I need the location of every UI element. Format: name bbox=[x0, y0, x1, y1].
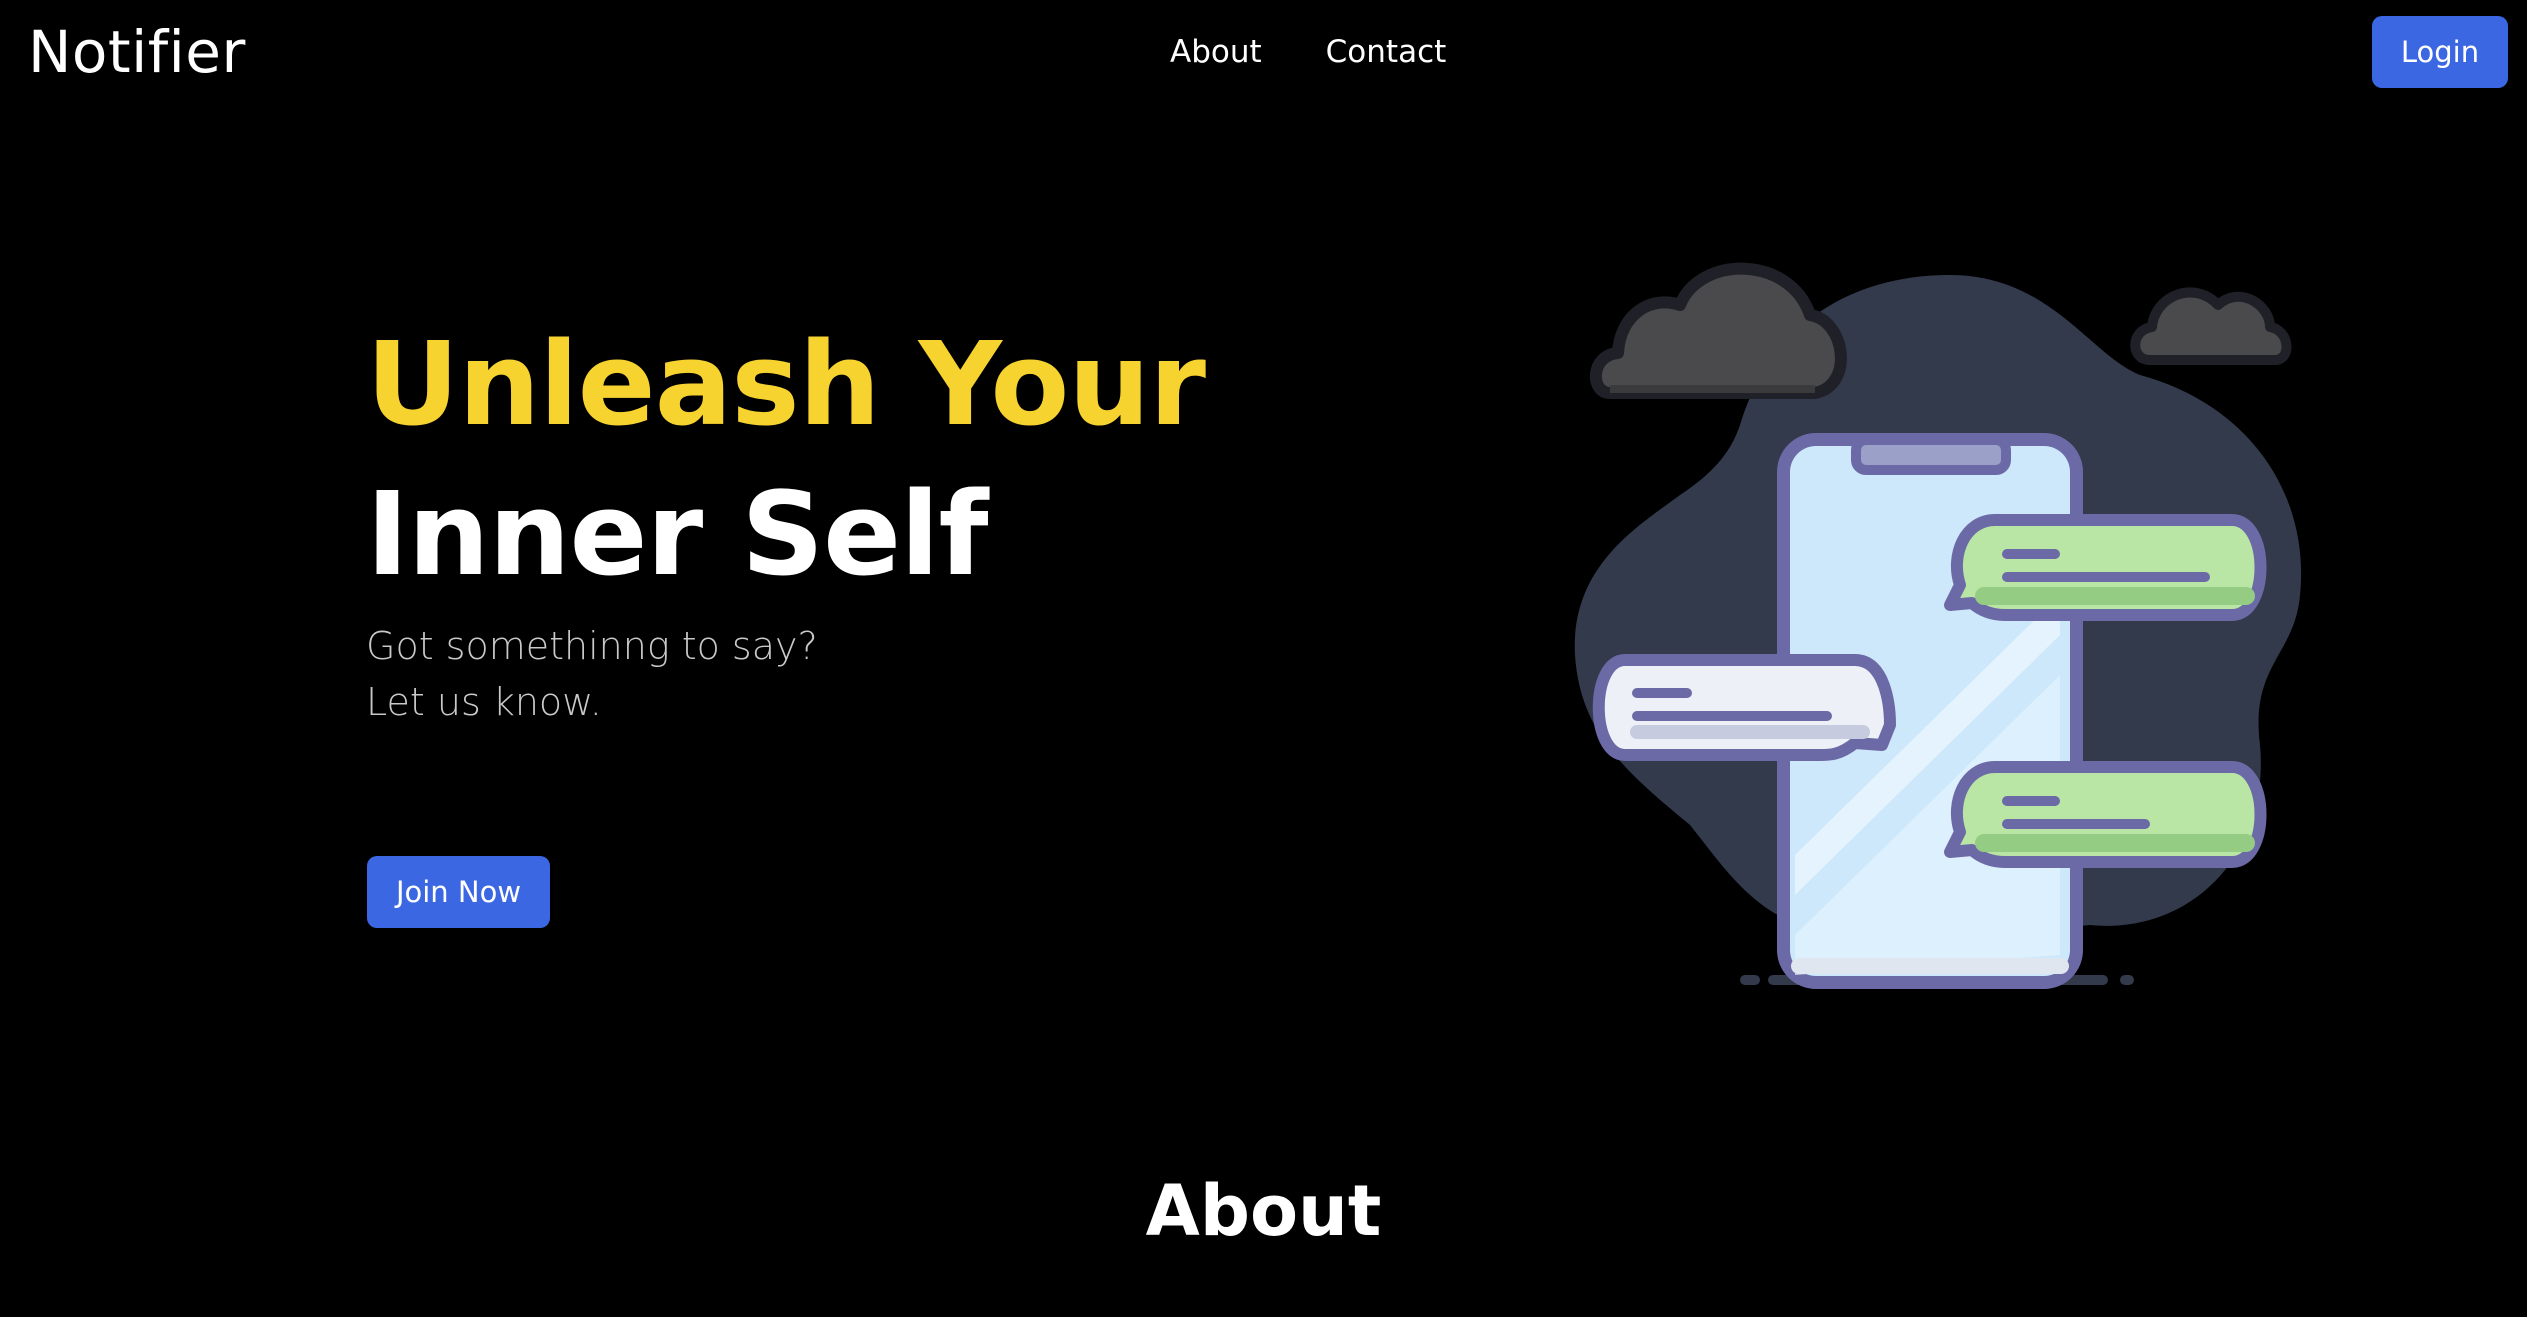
login-button[interactable]: Login bbox=[2372, 16, 2508, 88]
nav-link-about[interactable]: About bbox=[1170, 34, 1262, 70]
hero-title: Unleash Your Inner Self bbox=[366, 310, 1206, 610]
cloud-left-icon bbox=[1590, 262, 1847, 399]
phone-chat-illustration bbox=[1574, 262, 2302, 989]
chat-bubble-white-icon bbox=[1592, 654, 1896, 761]
hero-subtitle: Got somethinng to say? Let us know. bbox=[366, 618, 818, 730]
join-now-button[interactable]: Join Now bbox=[367, 856, 550, 928]
cloud-right-icon bbox=[2130, 287, 2292, 365]
brand-logo[interactable]: Notifier bbox=[28, 18, 246, 86]
hero-title-line-1: Unleash Your bbox=[366, 318, 1206, 452]
chat-bubble-green-bottom-icon bbox=[1944, 761, 2267, 868]
chat-bubble-green-top-icon bbox=[1944, 514, 2267, 621]
nav-links: About Contact bbox=[1170, 34, 1446, 70]
nav-link-contact[interactable]: Contact bbox=[1326, 34, 1447, 70]
about-section-heading: About bbox=[1145, 1170, 1382, 1252]
hero-subtitle-line-1: Got somethinng to say? bbox=[366, 624, 818, 668]
hero-subtitle-line-2: Let us know. bbox=[366, 680, 602, 724]
hero-title-line-2: Inner Self bbox=[366, 468, 989, 602]
top-navbar: Notifier About Contact Login bbox=[0, 0, 2527, 110]
